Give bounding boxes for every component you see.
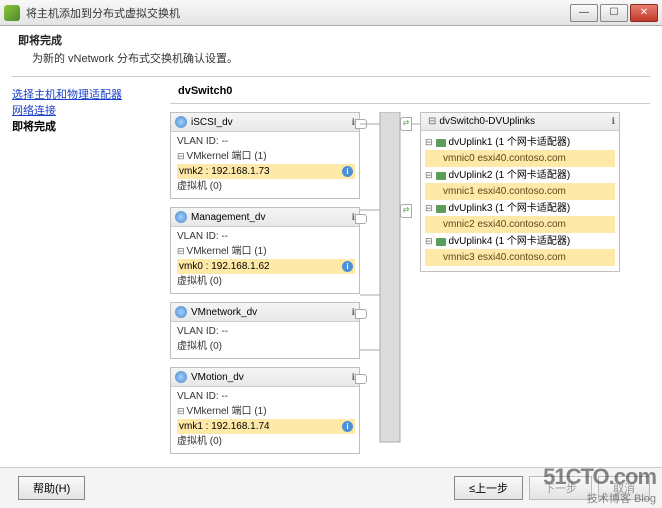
vmkernel-label: VMkernel 端口 (1)	[187, 246, 267, 257]
info-icon[interactable]: ℹ	[612, 116, 615, 127]
vlan-id: VLAN ID: --	[177, 324, 355, 339]
uplink-name: dvUplink4 (1 个网卡适配器)	[449, 234, 571, 249]
page-subtitle: 为新的 vNetwork 分布式交换机确认设置。	[32, 50, 644, 66]
uplinks-box: ⊟dvSwitch0-DVUplinksℹ dvUplink1 (1 个网卡适配…	[420, 112, 620, 272]
main-panel: dvSwitch0 iSCSI_dvℹ VLAN ID: -- ⊟VMkerne…	[170, 77, 662, 457]
wizard-nav: 选择主机和物理适配器 网络连接 即将完成	[0, 77, 170, 457]
nav-step-network[interactable]: 网络连接	[12, 103, 158, 119]
vmk-entry: vmk0 : 192.168.1.62	[179, 259, 270, 274]
portgroup-iscsi: iSCSI_dvℹ VLAN ID: -- ⊟VMkernel 端口 (1) v…	[170, 112, 360, 199]
page-title: 即将完成	[18, 32, 644, 48]
info-icon[interactable]: i	[342, 261, 353, 272]
info-icon[interactable]: i	[342, 421, 353, 432]
uplink-item: dvUplink1 (1 个网卡适配器) vmnic0 esxi40.conto…	[425, 135, 615, 167]
portgroup-icon	[175, 211, 187, 223]
vm-count: 虚拟机 (0)	[177, 274, 355, 289]
switch-name: dvSwitch0	[178, 85, 650, 97]
uplinks-title: dvSwitch0-DVUplinks	[439, 116, 535, 127]
link-icon: ⇄	[400, 117, 412, 131]
next-button: 下一步	[529, 476, 592, 500]
uplink-item: dvUplink2 (1 个网卡适配器) vmnic1 esxi40.conto…	[425, 168, 615, 200]
wizard-header: 即将完成 为新的 vNetwork 分布式交换机确认设置。	[0, 26, 662, 76]
link-icon: ⇄	[400, 204, 412, 218]
vmnic: vmnic3 esxi40.contoso.com	[425, 249, 615, 266]
uplink-item: dvUplink4 (1 个网卡适配器) vmnic3 esxi40.conto…	[425, 234, 615, 266]
uplink-column: ⊟dvSwitch0-DVUplinksℹ dvUplink1 (1 个网卡适配…	[420, 112, 620, 457]
vlan-id: VLAN ID: --	[177, 229, 355, 244]
nic-icon	[436, 172, 446, 180]
portgroup-name: Management_dv	[191, 212, 266, 223]
vlan-id: VLAN ID: --	[177, 134, 355, 149]
uplink-name: dvUplink1 (1 个网卡适配器)	[449, 135, 571, 150]
uplink-name: dvUplink2 (1 个网卡适配器)	[449, 168, 571, 183]
vlan-id: VLAN ID: --	[177, 389, 355, 404]
nic-icon	[436, 205, 446, 213]
vmkernel-label: VMkernel 端口 (1)	[187, 406, 267, 417]
portgroup-column: iSCSI_dvℹ VLAN ID: -- ⊟VMkernel 端口 (1) v…	[170, 112, 360, 457]
info-icon[interactable]: i	[342, 166, 353, 177]
help-button[interactable]: 帮助(H)	[18, 476, 85, 500]
nav-step-hosts[interactable]: 选择主机和物理适配器	[12, 87, 158, 103]
portgroup-vmnetwork: VMnetwork_dvℹ VLAN ID: -- 虚拟机 (0)	[170, 302, 360, 359]
footer: 帮助(H) ≤上一步 下一步 取消	[0, 467, 662, 508]
app-icon	[4, 5, 20, 21]
maximize-button[interactable]: ☐	[600, 4, 628, 22]
portgroup-vmotion: VMotion_dvℹ VLAN ID: -- ⊟VMkernel 端口 (1)…	[170, 367, 360, 454]
topology-diagram: iSCSI_dvℹ VLAN ID: -- ⊟VMkernel 端口 (1) v…	[170, 112, 650, 457]
nav-step-current: 即将完成	[12, 119, 158, 135]
nic-icon	[436, 139, 446, 147]
uplink-item: dvUplink3 (1 个网卡适配器) vmnic2 esxi40.conto…	[425, 201, 615, 233]
portgroup-name: iSCSI_dv	[191, 117, 233, 128]
nic-icon	[436, 238, 446, 246]
vm-count: 虚拟机 (0)	[177, 179, 355, 194]
portgroup-management: Management_dvℹ VLAN ID: -- ⊟VMkernel 端口 …	[170, 207, 360, 294]
portgroup-name: VMotion_dv	[191, 372, 244, 383]
portgroup-icon	[175, 116, 187, 128]
portgroup-icon	[175, 371, 187, 383]
vm-count: 虚拟机 (0)	[177, 434, 355, 449]
portgroup-name: VMnetwork_dv	[191, 307, 257, 318]
vm-count: 虚拟机 (0)	[177, 339, 355, 354]
vmnic: vmnic1 esxi40.contoso.com	[425, 183, 615, 200]
portgroup-icon	[175, 306, 187, 318]
uplink-name: dvUplink3 (1 个网卡适配器)	[449, 201, 571, 216]
close-button[interactable]: ✕	[630, 4, 658, 22]
vmkernel-label: VMkernel 端口 (1)	[187, 151, 267, 162]
window-title: 将主机添加到分布式虚拟交换机	[26, 5, 180, 21]
connector-column: ⇄ ⇄	[360, 112, 420, 457]
minimize-button[interactable]: —	[570, 4, 598, 22]
vmk-entry: vmk1 : 192.168.1.74	[179, 419, 270, 434]
back-button[interactable]: ≤上一步	[454, 476, 523, 500]
vmnic: vmnic0 esxi40.contoso.com	[425, 150, 615, 167]
vmnic: vmnic2 esxi40.contoso.com	[425, 216, 615, 233]
cancel-button: 取消	[598, 476, 650, 500]
titlebar: 将主机添加到分布式虚拟交换机 — ☐ ✕	[0, 0, 662, 26]
vmk-entry: vmk2 : 192.168.1.73	[179, 164, 270, 179]
